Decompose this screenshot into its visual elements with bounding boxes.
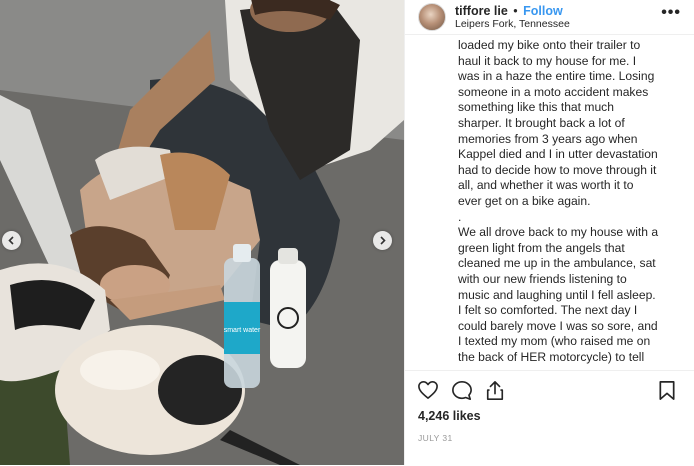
bottle-label: smart water xyxy=(224,327,261,334)
location-link[interactable]: Leipers Fork, Tennessee xyxy=(455,18,570,30)
caption-line: with our new friends listening to xyxy=(458,271,627,286)
comment-button[interactable] xyxy=(451,380,473,401)
post-side-panel: tiffore lie • Follow Leipers Fork, Tenne… xyxy=(404,0,694,466)
follow-separator: • xyxy=(513,4,518,18)
like-button[interactable] xyxy=(417,380,439,400)
caption-line: Kappel died and I in utter devastation xyxy=(458,147,658,162)
caption-line: haul it back to my house for me. I xyxy=(458,53,637,68)
caption: loaded my bike onto their trailer to hau… xyxy=(458,38,680,369)
comment-icon xyxy=(452,381,472,400)
caption-line: had to decide how to move through it xyxy=(458,162,657,177)
caption-line: music and laughing until I fell asleep. xyxy=(458,287,656,302)
share-icon xyxy=(486,381,504,400)
caption-line: green light from the angels that xyxy=(458,240,625,255)
username[interactable]: tiffore lie xyxy=(455,4,508,18)
caption-line: ever get on a bike again. xyxy=(458,193,591,208)
post-photo[interactable]: smart water xyxy=(0,0,404,465)
chevron-right-icon xyxy=(380,236,386,245)
caption-line: was in a haze the entire time. Losing xyxy=(458,69,655,84)
caption-line: could barely move I was so sore, and xyxy=(458,318,658,333)
likes-count[interactable]: 4,246 likes xyxy=(418,409,481,423)
caption-line: I felt so comforted. The next day I xyxy=(458,303,638,318)
action-bar: 4,246 likes JULY 31 xyxy=(405,370,694,466)
photo-illustration: smart water xyxy=(0,0,404,465)
more-options-button[interactable]: ••• xyxy=(661,4,681,22)
caption-line: the back of HER motorcycle) to tell xyxy=(458,349,645,364)
caption-line: I texted my mom (who raised me on xyxy=(458,334,651,349)
caption-line: cleaned me up in the ambulance, sat xyxy=(458,256,656,271)
follow-button[interactable]: Follow xyxy=(523,4,563,18)
heart-icon xyxy=(418,381,438,399)
bookmark-icon xyxy=(659,381,675,400)
caption-line: We all drove back to my house with a xyxy=(458,225,659,240)
user-line: tiffore lie • Follow xyxy=(455,4,563,18)
share-button[interactable] xyxy=(485,380,505,401)
avatar[interactable] xyxy=(418,3,446,31)
caption-line: someone in a moto accident makes xyxy=(458,84,649,99)
prev-photo-button[interactable] xyxy=(2,231,21,250)
post-date[interactable]: JULY 31 xyxy=(418,433,453,443)
caption-line: all, and whether it was worth it to xyxy=(458,178,634,193)
chevron-left-icon xyxy=(8,236,14,245)
next-photo-button[interactable] xyxy=(373,231,392,250)
caption-line: something like this that much xyxy=(458,100,614,115)
caption-line: memories from 3 years ago when xyxy=(458,131,638,146)
post-header: tiffore lie • Follow Leipers Fork, Tenne… xyxy=(405,0,694,35)
save-button[interactable] xyxy=(658,380,676,401)
caption-line: sharper. It brought back a lot of xyxy=(458,115,625,130)
caption-line: loaded my bike onto their trailer to xyxy=(458,38,641,52)
caption-separator: . xyxy=(458,209,462,224)
